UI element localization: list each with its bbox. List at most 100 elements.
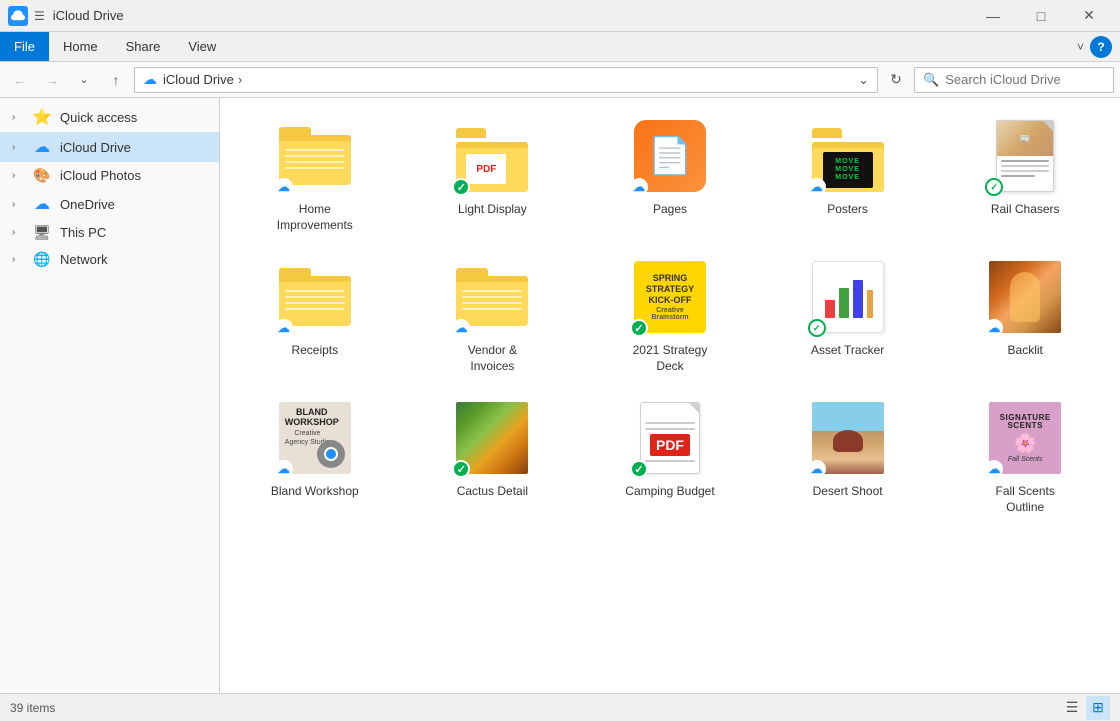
file-item-asset-tracker[interactable]: ✓ Asset Tracker [763,249,933,382]
file-icon: ✓ [808,257,888,337]
grid-view-button[interactable]: ⊞ [1086,696,1110,720]
file-icon: ☁ [808,398,888,478]
file-item-posters[interactable]: MOVEMOVEMOVE ☁ Posters [763,108,933,241]
system-menu-btn[interactable]: ☰ [34,9,45,23]
cloud-icon: ☁ [143,71,157,88]
file-label: Fall Scents Outline [980,484,1070,515]
main-layout: › ⭐ Quick access › ☁ iCloud Drive › 🎨 iC… [0,98,1120,693]
menu-bar-right: ˅ ? [1077,36,1120,58]
forward-button[interactable]: → [38,66,66,94]
cloud-icon: ☁ [32,137,52,157]
file-label: Pages [653,202,687,218]
expand-ribbon-button[interactable]: ˅ [1077,40,1084,54]
app-icon [8,6,28,26]
minimize-button[interactable]: — [970,0,1016,32]
computer-icon: 🖥 [32,224,52,241]
expand-icon: › [12,112,24,123]
sync-status-icon: ✓ [808,319,826,337]
title-bar: ☰ iCloud Drive — □ ✕ [0,0,1120,32]
sync-status-icon: ✓ [985,178,1003,196]
file-item-cactus-detail[interactable]: ✓ Cactus Detail [408,390,578,523]
address-bar: ← → ⌄ ↑ ☁ iCloud Drive › ⌄ ↻ 🔍 [0,62,1120,98]
sidebar-item-onedrive[interactable]: › ☁ OneDrive [0,189,219,219]
search-input[interactable] [945,72,1105,87]
sync-status-icon: ☁ [985,319,1003,337]
menu-share[interactable]: Share [112,32,175,61]
file-label: Camping Budget [625,484,714,500]
file-item-fall-scents[interactable]: SIGNATURESCENTS 🌸 Fall Scents ☁ Fall Sce… [940,390,1110,523]
help-button[interactable]: ? [1090,36,1112,58]
file-label: Cactus Detail [457,484,528,500]
folder-shape [456,268,528,326]
menu-view[interactable]: View [174,32,230,61]
file-item-pages[interactable]: 📄 ☁ Pages [585,108,755,241]
file-label: Rail Chasers [991,202,1060,218]
recent-locations-button[interactable]: ⌄ [70,66,98,94]
file-label: Vendor & Invoices [447,343,537,374]
file-item-vendor-invoices[interactable]: ☁ Vendor & Invoices [408,249,578,382]
file-label: Bland Workshop [271,484,359,500]
sidebar: › ⭐ Quick access › ☁ iCloud Drive › 🎨 iC… [0,98,220,693]
file-item-camping-budget[interactable]: PDF ✓ Camping Budget [585,390,755,523]
sync-status-icon: ☁ [630,178,648,196]
folder-shape [279,268,351,326]
file-item-rail-chasers[interactable]: 📰 ✓ Rail Chasers [940,108,1110,241]
menu-file[interactable]: File [0,32,49,61]
file-label: Backlit [1008,343,1043,359]
file-icon: 📄 ☁ [630,116,710,196]
sync-status-icon: ☁ [985,460,1003,478]
sync-status-icon: ☁ [808,460,826,478]
file-item-home-improvements[interactable]: ☁ Home Improvements [230,108,400,241]
expand-icon: › [12,254,24,265]
file-icon: SPRINGSTRATEGYKICK-OFF CreativeBrainstor… [630,257,710,337]
file-item-receipts[interactable]: ☁ Receipts [230,249,400,382]
file-item-desert-shoot[interactable]: ☁ Desert Shoot [763,390,933,523]
sidebar-label-icloud-drive: iCloud Drive [60,140,131,155]
window-title: iCloud Drive [53,8,970,23]
search-icon: 🔍 [923,72,939,88]
file-icon: ☁ [275,116,355,196]
file-label: Receipts [291,343,338,359]
sync-status-icon: ✓ [630,319,648,337]
expand-icon: › [12,142,24,153]
file-icon: BLANDWORKSHOP CreativeAgency Studio ☁ [275,398,355,478]
sidebar-item-this-pc[interactable]: › 🖥 This PC [0,219,219,246]
sidebar-item-icloud-drive[interactable]: › ☁ iCloud Drive [0,132,219,162]
close-button[interactable]: ✕ [1066,0,1112,32]
sidebar-label-this-pc: This PC [60,225,106,240]
file-item-bland-workshop[interactable]: BLANDWORKSHOP CreativeAgency Studio ☁ Bl… [230,390,400,523]
pdf-icon: PDF [640,402,700,474]
sidebar-item-quick-access[interactable]: › ⭐ Quick access [0,102,219,132]
file-icon: 📰 ✓ [985,116,1065,196]
refresh-button[interactable]: ↻ [882,66,910,94]
content-area: ☁ Home Improvements PDF [220,98,1120,693]
file-item-light-display[interactable]: PDF ✓ Light Display [408,108,578,241]
file-icon: PDF ✓ [452,116,532,196]
file-label: Asset Tracker [811,343,884,359]
sync-status-icon: ☁ [808,178,826,196]
search-box[interactable]: 🔍 [914,67,1114,93]
sidebar-item-icloud-photos[interactable]: › 🎨 iCloud Photos [0,162,219,189]
file-icon: SIGNATURESCENTS 🌸 Fall Scents ☁ [985,398,1065,478]
file-icon: ☁ [275,257,355,337]
list-view-button[interactable]: ☰ [1060,696,1084,720]
back-button[interactable]: ← [6,66,34,94]
sidebar-label-onedrive: OneDrive [60,197,115,212]
menu-bar: File Home Share View ˅ ? [0,32,1120,62]
window-controls[interactable]: — □ ✕ [970,0,1112,32]
address-path[interactable]: ☁ iCloud Drive › ⌄ [134,67,878,93]
dropdown-arrow[interactable]: ⌄ [858,72,869,88]
onedrive-icon: ☁ [32,194,52,214]
file-item-strategy-deck[interactable]: SPRINGSTRATEGYKICK-OFF CreativeBrainstor… [585,249,755,382]
sidebar-item-network[interactable]: › 🌐 Network [0,246,219,273]
up-button[interactable]: ↑ [102,66,130,94]
network-icon: 🌐 [32,251,52,268]
maximize-button[interactable]: □ [1018,0,1064,32]
file-icon: ✓ [452,398,532,478]
files-grid: ☁ Home Improvements PDF [230,108,1110,524]
file-item-backlit[interactable]: ☁ Backlit [940,249,1110,382]
menu-home[interactable]: Home [49,32,112,61]
file-icon: MOVEMOVEMOVE ☁ [808,116,888,196]
file-icon: ☁ [985,257,1065,337]
file-icon: ☁ [452,257,532,337]
